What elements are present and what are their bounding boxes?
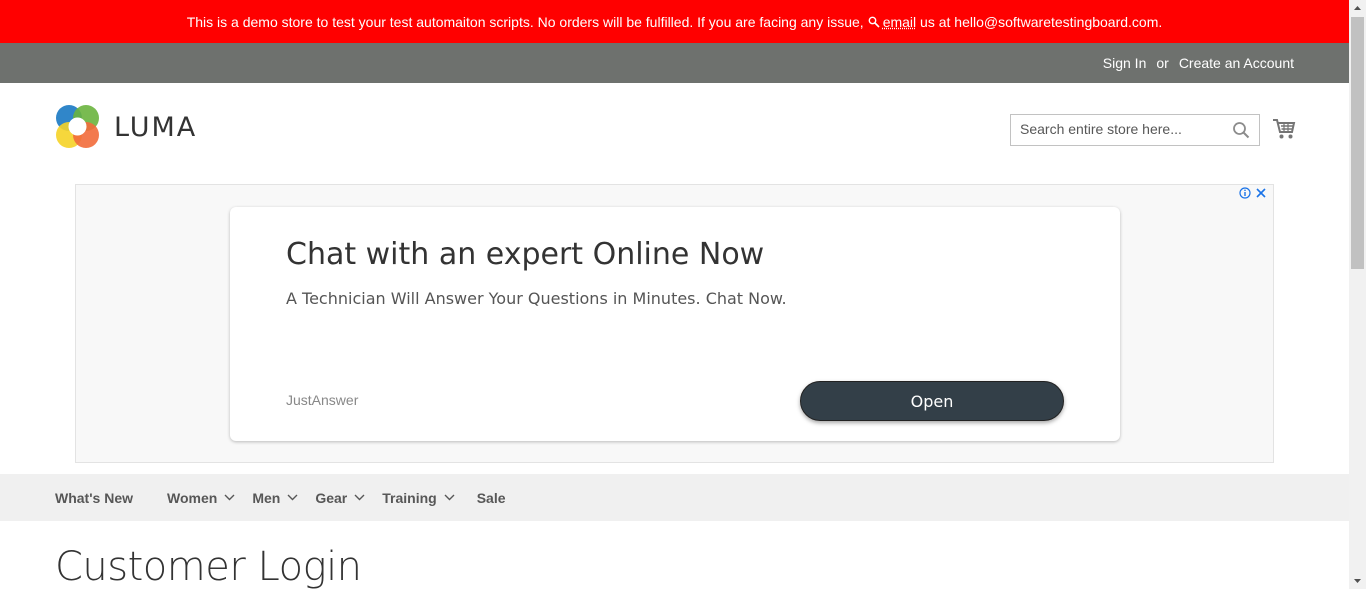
logo-text: LUMA	[114, 112, 198, 143]
page: This is a demo store to test your test a…	[0, 0, 1349, 589]
chevron-down-icon	[224, 494, 235, 501]
header-links: Sign In or Create an Account	[1103, 43, 1294, 83]
nav-item-training[interactable]: Training	[382, 489, 455, 506]
ad-brand: JustAnswer	[286, 392, 359, 408]
ad-open-button[interactable]: Open	[800, 381, 1064, 421]
page-title: Customer Login	[55, 544, 362, 589]
email-link[interactable]: email	[883, 14, 916, 30]
vertical-scrollbar[interactable]	[1349, 0, 1366, 589]
banner-text: This is a demo store to test your test a…	[186, 13, 864, 30]
scrollbar-thumb[interactable]	[1351, 17, 1364, 269]
scroll-down-arrow-icon[interactable]	[1349, 572, 1366, 589]
nav-item-label: Sale	[476, 489, 506, 506]
cart-icon[interactable]	[1272, 117, 1296, 141]
nav-item-label: Men	[252, 489, 281, 506]
main-navigation: What's New Women Men Gear Training Sale	[0, 474, 1349, 521]
luma-logo-icon	[56, 105, 99, 148]
demo-store-banner: This is a demo store to test your test a…	[0, 0, 1349, 43]
luma-logo[interactable]: LUMA	[55, 104, 197, 149]
search-input[interactable]	[1011, 115, 1230, 143]
ad-subtitle: A Technician Will Answer Your Questions …	[286, 289, 787, 308]
nav-item-whats-new[interactable]: What's New	[55, 490, 133, 506]
nav-item-women[interactable]: Women	[167, 490, 235, 506]
chevron-down-icon	[444, 494, 455, 501]
close-icon[interactable]	[1255, 187, 1267, 199]
scroll-up-arrow-icon[interactable]	[1349, 0, 1366, 17]
create-account-link[interactable]: Create an Account	[1179, 55, 1294, 71]
nav-item-men[interactable]: Men	[252, 490, 298, 506]
search-box	[1010, 114, 1260, 146]
nav-item-label: Training	[382, 489, 437, 506]
chevron-down-icon	[287, 494, 298, 501]
nav-item-gear[interactable]: Gear	[315, 490, 365, 506]
ad-controls	[1239, 187, 1267, 199]
header-panel: Sign In or Create an Account	[0, 43, 1349, 83]
nav-item-label: Women	[167, 489, 218, 506]
nav-item-label: Gear	[315, 489, 348, 506]
info-icon[interactable]	[1239, 187, 1251, 199]
nav-item-label: What's New	[55, 489, 134, 506]
banner-text-end: us at hello@softwaretestingboard.com.	[916, 13, 1163, 30]
ad-title: Chat with an expert Online Now	[286, 237, 765, 272]
search-icon[interactable]	[1232, 121, 1250, 139]
ad-card[interactable]: Chat with an expert Online Now A Technic…	[230, 207, 1120, 441]
or-separator: or	[1156, 55, 1169, 71]
advertisement: Chat with an expert Online Now A Technic…	[75, 184, 1274, 463]
chevron-down-icon	[354, 494, 365, 501]
sign-in-link[interactable]: Sign In	[1103, 55, 1147, 71]
nav-item-sale[interactable]: Sale	[477, 490, 506, 506]
magnifier-icon	[868, 16, 880, 28]
